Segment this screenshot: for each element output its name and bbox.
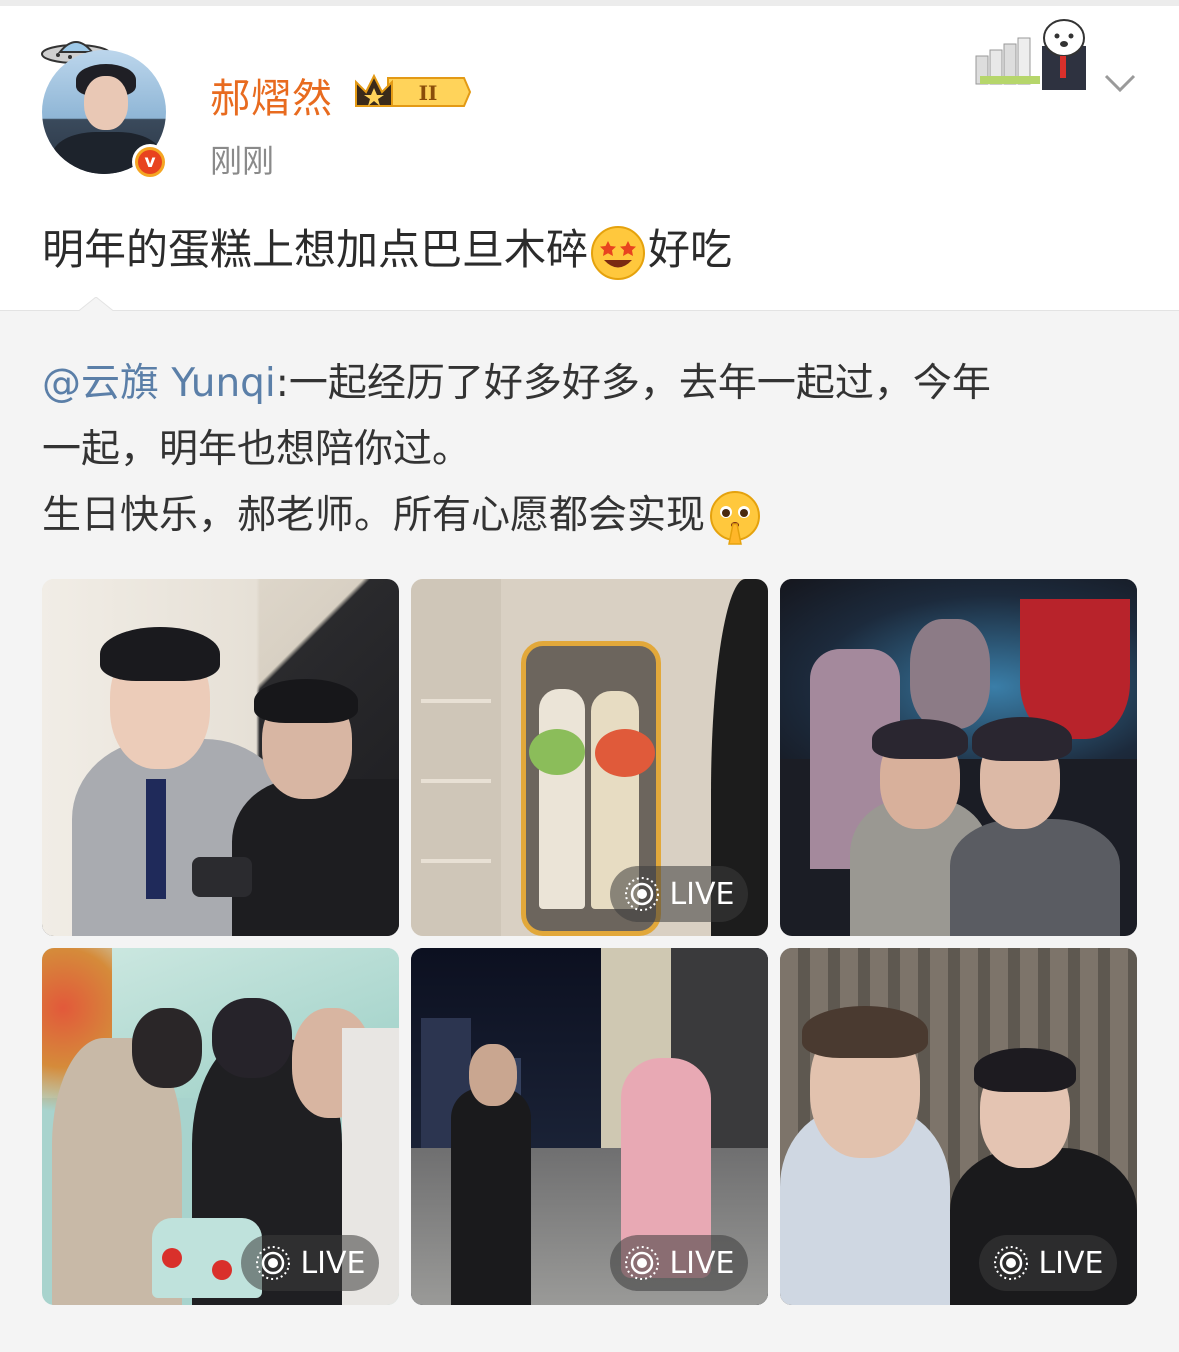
weibo-post: v 郝熠然 II 刚刚 明年的蛋糕上想加点巴旦木碎 好吃 xyxy=(0,6,1179,310)
live-label: LIVE xyxy=(669,876,735,912)
photo-6[interactable]: LIVE xyxy=(780,948,1137,1305)
post-time: 刚刚 xyxy=(210,142,275,180)
pleading-face-emoji-icon xyxy=(710,490,761,545)
live-badge[interactable]: LIVE xyxy=(979,1235,1117,1291)
live-label: LIVE xyxy=(1038,1245,1104,1281)
live-label: LIVE xyxy=(669,1245,735,1281)
post-text-main: 明年的蛋糕上想加点巴旦木碎 xyxy=(42,225,589,274)
live-badge[interactable]: LIVE xyxy=(610,866,748,922)
live-photo-icon xyxy=(256,1246,291,1280)
verified-v-icon: v xyxy=(132,144,168,180)
vip-crown-badge-icon[interactable]: II xyxy=(352,70,472,114)
repost-line-1: :一起经历了好多好多，去年一起过，今年 xyxy=(275,361,991,406)
repost-line-3: 生日快乐，郝老师。所有心愿都会实现 xyxy=(42,493,706,538)
photo-4[interactable]: LIVE xyxy=(42,948,399,1305)
photo-2[interactable]: LIVE xyxy=(411,579,768,936)
live-photo-icon xyxy=(625,877,660,911)
photo-3[interactable] xyxy=(780,579,1137,936)
star-struck-emoji-icon xyxy=(591,225,646,280)
photo-grid: LIVE LIVE LIVE LIVE xyxy=(42,579,1138,1305)
live-badge[interactable]: LIVE xyxy=(610,1235,748,1291)
live-photo-icon xyxy=(625,1246,660,1280)
repost-container[interactable]: @云旗 Yunqi:一起经历了好多好多，去年一起过，今年 一起，明年也想陪你过。… xyxy=(0,297,1179,1352)
photo-5[interactable]: LIVE xyxy=(411,948,768,1305)
photo-1[interactable] xyxy=(42,579,399,936)
repost-notch xyxy=(76,297,116,313)
vip-level-text: II xyxy=(419,81,438,105)
live-label: LIVE xyxy=(300,1245,366,1281)
polar-bear-sticker-icon xyxy=(975,19,1086,90)
post-text: 明年的蛋糕上想加点巴旦木碎 好吃 xyxy=(42,216,732,281)
live-photo-icon xyxy=(994,1246,1029,1280)
live-badge[interactable]: LIVE xyxy=(241,1235,379,1291)
avatar-container[interactable]: v xyxy=(36,30,176,180)
chevron-down-icon[interactable] xyxy=(1100,64,1140,104)
post-text-tail: 好吃 xyxy=(648,225,733,274)
mention-link[interactable]: @云旗 Yunqi xyxy=(42,361,276,406)
username[interactable]: 郝熠然 xyxy=(210,66,333,124)
repost-text: @云旗 Yunqi:一起经历了好多好多，去年一起过，今年 一起，明年也想陪你过。… xyxy=(42,351,1142,549)
repost-line-2: 一起，明年也想陪你过。 xyxy=(42,427,472,472)
